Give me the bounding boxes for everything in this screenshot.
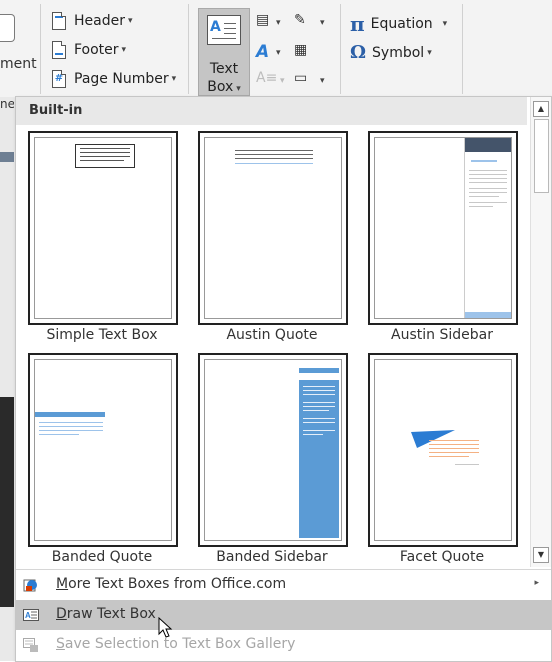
drop-cap-icon[interactable]: A≡ [256, 70, 277, 86]
chevron-down-icon: ▾ [427, 47, 432, 58]
gallery-section-header: Built-in [16, 97, 527, 125]
equation-button[interactable]: π Equation ▾ [350, 12, 447, 36]
gallery-item-caption: Banded Sidebar [216, 549, 328, 565]
chevron-down-icon: ▾ [127, 16, 133, 26]
document-image-fragment [0, 152, 14, 162]
thumbnail [368, 353, 518, 547]
text-box-button[interactable]: A Text Box ▾ [198, 8, 250, 96]
scroll-down-icon[interactable]: ▼ [533, 547, 549, 563]
chevron-down-icon: ▾ [320, 76, 325, 86]
text-box-icon: A [207, 15, 241, 45]
save-selection-icon [23, 638, 38, 652]
office-online-icon [23, 579, 37, 592]
chevron-down-icon: ▾ [276, 48, 281, 58]
svg-text:A: A [25, 611, 31, 620]
scroll-thumb[interactable] [534, 119, 549, 193]
gallery-item-caption: Banded Quote [51, 549, 153, 565]
text-box-label-line2: Box ▾ [207, 79, 241, 95]
document-partial-text: ne [0, 97, 14, 111]
ribbon-partial-label: ment [0, 56, 37, 72]
more-text-boxes-menu-item[interactable]: More Text Boxes from Office.com ▸ [16, 570, 551, 600]
equation-label: Equation [370, 16, 433, 32]
chevron-down-icon: ▾ [121, 45, 127, 55]
header-icon [52, 12, 67, 30]
gallery-item-caption: Simple Text Box [46, 327, 158, 343]
omega-icon: Ω [350, 42, 367, 63]
ribbon-separator [340, 4, 341, 94]
gallery-item-caption: Facet Quote [399, 549, 485, 565]
mouse-cursor-icon [158, 617, 173, 638]
object-icon[interactable]: ▭ [294, 70, 307, 86]
footer-icon [52, 41, 67, 59]
ribbon-separator [40, 4, 41, 94]
thumbnail [198, 353, 348, 547]
save-selection-menu-item[interactable]: Save Selection to Text Box Gallery [16, 630, 551, 660]
thumbnail [368, 131, 518, 325]
partial-button-fragment[interactable] [0, 14, 15, 42]
save-selection-label: Save Selection to Text Box Gallery [56, 636, 296, 652]
text-box-label-line1: Text [209, 61, 239, 77]
text-box-icon: A [23, 609, 39, 621]
wordart-icon[interactable]: A [256, 42, 269, 62]
symbol-label: Symbol [372, 44, 425, 61]
page-number-label: Page Number [74, 71, 169, 87]
chevron-down-icon: ▾ [236, 84, 241, 94]
page-number-button[interactable]: # Page Number ▾ [52, 70, 176, 88]
symbol-button[interactable]: Ω Symbol ▾ [350, 42, 432, 63]
text-box-gallery-dropdown: Built-in ▲ ▼ Simple Text Box Austin Quot… [15, 96, 552, 662]
document-image-fragment [0, 397, 14, 607]
gallery-item-caption: Austin Sidebar [391, 327, 493, 343]
ribbon: ment Header ▾ Footer ▾ # Page Number ▾ A… [0, 0, 552, 98]
draw-text-box-label: Draw Text Box [56, 606, 156, 622]
draw-text-box-menu-item[interactable]: A Draw Text Box [16, 600, 551, 630]
footer-button[interactable]: Footer ▾ [52, 41, 126, 59]
signature-line-icon[interactable]: ✎ [294, 12, 306, 28]
ribbon-separator [188, 4, 189, 94]
chevron-down-icon: ▾ [280, 76, 285, 86]
gallery-item-caption: Austin Quote [226, 327, 318, 343]
header-label: Header [74, 13, 125, 29]
thumbnail [198, 131, 348, 325]
chevron-right-icon: ▸ [534, 578, 539, 588]
date-time-icon[interactable]: ▦ [294, 42, 307, 58]
chevron-down-icon: ▾ [320, 18, 325, 28]
gallery-scrollbar[interactable]: ▲ ▼ [530, 97, 551, 567]
chevron-down-icon: ▾ [171, 74, 177, 84]
document-background-strip: ne [0, 97, 15, 661]
footer-label: Footer [74, 42, 119, 58]
ribbon-separator [462, 4, 463, 94]
quick-parts-icon[interactable]: ▤ [256, 12, 269, 28]
header-button[interactable]: Header ▾ [52, 12, 133, 30]
scroll-up-icon[interactable]: ▲ [533, 101, 549, 117]
more-text-boxes-label: More Text Boxes from Office.com [56, 576, 287, 592]
thumbnail [28, 131, 178, 325]
thumbnail [28, 353, 178, 547]
pi-icon: π [350, 12, 365, 36]
chevron-down-icon: ▾ [442, 19, 448, 29]
page-number-icon: # [52, 70, 67, 88]
chevron-down-icon: ▾ [276, 18, 281, 28]
